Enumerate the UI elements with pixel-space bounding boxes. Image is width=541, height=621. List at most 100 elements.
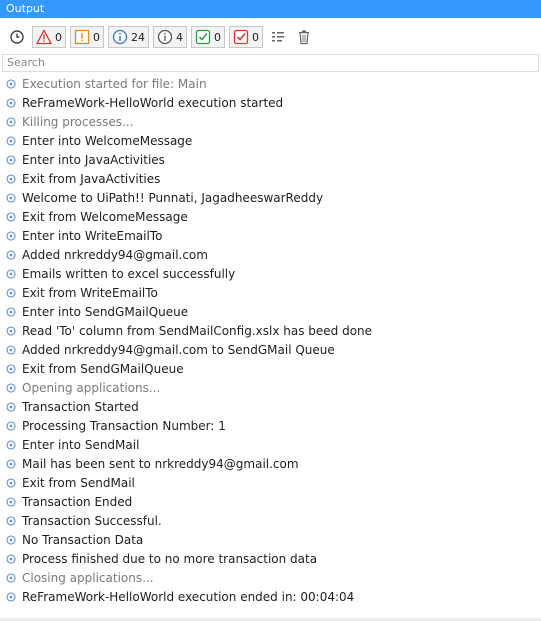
search-input[interactable]: Search — [2, 54, 539, 72]
info-dot-icon — [6, 420, 16, 431]
log-message: Enter into SendGMailQueue — [22, 304, 189, 319]
log-message: Opening applications... — [22, 380, 161, 395]
log-entry[interactable]: Transaction Successful. — [0, 511, 541, 530]
info-dot-icon — [6, 173, 16, 184]
info-dot-icon — [6, 287, 16, 298]
info-dot-icon — [6, 325, 16, 336]
log-entry[interactable]: Added nrkreddy94@gmail.com to SendGMail … — [0, 340, 541, 359]
log-entry[interactable]: Enter into SendGMailQueue — [0, 302, 541, 321]
error-triangle-icon — [36, 29, 52, 45]
log-entry[interactable]: Emails written to excel successfully — [0, 264, 541, 283]
log-entry[interactable]: Read 'To' column from SendMailConfig.xsl… — [0, 321, 541, 340]
info-dot-icon — [6, 192, 16, 203]
log-message: Processing Transaction Number: 1 — [22, 418, 226, 433]
log-message: Mail has been sent to nrkreddy94@gmail.c… — [22, 456, 299, 471]
info-dot-icon — [6, 268, 16, 279]
log-message: Exit from WelcomeMessage — [22, 209, 188, 224]
log-message: Added nrkreddy94@gmail.com — [22, 247, 208, 262]
info-dot-icon — [6, 230, 16, 241]
log-entry[interactable]: Enter into WriteEmailTo — [0, 226, 541, 245]
output-log-list[interactable]: Execution started for file: Main ReFrameW… — [0, 74, 541, 606]
trace-count: 4 — [176, 30, 183, 44]
log-message: Enter into WriteEmailTo — [22, 228, 163, 243]
log-entry[interactable]: Transaction Started — [0, 397, 541, 416]
info-dot-icon — [6, 344, 16, 355]
log-entry[interactable]: Enter into SendMail — [0, 435, 541, 454]
log-message: Enter into WelcomeMessage — [22, 133, 193, 148]
log-entry[interactable]: Transaction Ended — [0, 492, 541, 511]
log-entry[interactable]: ReFrameWork-HelloWorld execution started — [0, 93, 541, 112]
log-entry[interactable]: Added nrkreddy94@gmail.com — [0, 245, 541, 264]
log-entry[interactable]: No Transaction Data — [0, 530, 541, 549]
warnings-filter-button[interactable]: 0 — [70, 26, 104, 48]
info-dot-icon — [6, 97, 16, 108]
log-entry[interactable]: Exit from SendMail — [0, 473, 541, 492]
info-icon — [112, 29, 128, 45]
log-message: Transaction Started — [22, 399, 139, 414]
log-entry[interactable]: Opening applications... — [0, 378, 541, 397]
log-entry[interactable]: Exit from WelcomeMessage — [0, 207, 541, 226]
info-filter-button[interactable]: 24 — [108, 26, 149, 48]
log-entry[interactable]: ReFrameWork-HelloWorld execution ended i… — [0, 587, 541, 606]
history-clock-button[interactable] — [6, 26, 28, 48]
log-message: Process finished due to no more transact… — [22, 551, 318, 566]
log-entry[interactable]: Exit from JavaActivities — [0, 169, 541, 188]
info-dot-icon — [6, 116, 16, 127]
log-message: Emails written to excel successfully — [22, 266, 236, 281]
log-entry[interactable]: Exit from WriteEmailTo — [0, 283, 541, 302]
log-entry[interactable]: Mail has been sent to nrkreddy94@gmail.c… — [0, 454, 541, 473]
success-check-icon — [195, 29, 211, 45]
info-dot-icon — [6, 249, 16, 260]
info-dot-icon — [6, 382, 16, 393]
log-entry[interactable]: Process finished due to no more transact… — [0, 549, 541, 568]
log-message: ReFrameWork-HelloWorld execution started — [22, 95, 284, 110]
errors-filter-button[interactable]: 0 — [32, 26, 66, 48]
log-message: Read 'To' column from SendMailConfig.xsl… — [22, 323, 373, 338]
info-count: 24 — [131, 30, 145, 44]
success-filter-button[interactable]: 0 — [191, 26, 225, 48]
log-entry[interactable]: Execution started for file: Main — [0, 74, 541, 93]
log-entry[interactable]: Processing Transaction Number: 1 — [0, 416, 541, 435]
log-message: Exit from SendMail — [22, 475, 135, 490]
log-entry[interactable]: Enter into JavaActivities — [0, 150, 541, 169]
info-dot-icon — [6, 515, 16, 526]
log-entry[interactable]: Exit from SendGMailQueue — [0, 359, 541, 378]
failed-check-icon — [233, 29, 249, 45]
log-entry[interactable]: Closing applications... — [0, 568, 541, 587]
log-message: Closing applications... — [22, 570, 154, 585]
log-message: Enter into SendMail — [22, 437, 140, 452]
info-dot-icon — [6, 401, 16, 412]
error-count: 0 — [55, 30, 62, 44]
failed-filter-button[interactable]: 0 — [229, 26, 263, 48]
log-message: Welcome to UiPath!! Punnati, Jagadheeswa… — [22, 190, 324, 205]
filter-list-button[interactable] — [267, 26, 289, 48]
info-dot-icon — [6, 306, 16, 317]
log-message: Exit from WriteEmailTo — [22, 285, 158, 300]
info-dot-icon — [6, 591, 16, 602]
clear-log-button[interactable] — [293, 26, 315, 48]
panel-title-bar: Output — [0, 0, 541, 18]
info-dot-icon — [6, 534, 16, 545]
info-dot-icon — [6, 458, 16, 469]
info-dot-icon — [6, 496, 16, 507]
panel-title: Output — [6, 2, 45, 15]
log-message: Killing processes... — [22, 114, 134, 129]
search-placeholder: Search — [7, 56, 45, 69]
log-entry[interactable]: Enter into WelcomeMessage — [0, 131, 541, 150]
info-dot-icon — [6, 135, 16, 146]
info-dot-icon — [6, 477, 16, 488]
warning-count: 0 — [93, 30, 100, 44]
log-message: Exit from JavaActivities — [22, 171, 161, 186]
info-dot-icon — [6, 363, 16, 374]
log-message: ReFrameWork-HelloWorld execution ended i… — [22, 589, 355, 604]
failed-count: 0 — [252, 30, 259, 44]
trace-filter-button[interactable]: 4 — [153, 26, 187, 48]
info-dot-icon — [6, 78, 16, 89]
log-message: Added nrkreddy94@gmail.com to SendGMail … — [22, 342, 335, 357]
log-entry[interactable]: Killing processes... — [0, 112, 541, 131]
log-message: Exit from SendGMailQueue — [22, 361, 184, 376]
trash-icon — [299, 30, 309, 45]
log-entry[interactable]: Welcome to UiPath!! Punnati, Jagadheeswa… — [0, 188, 541, 207]
info-dot-icon — [6, 439, 16, 450]
log-message: Execution started for file: Main — [22, 76, 207, 91]
